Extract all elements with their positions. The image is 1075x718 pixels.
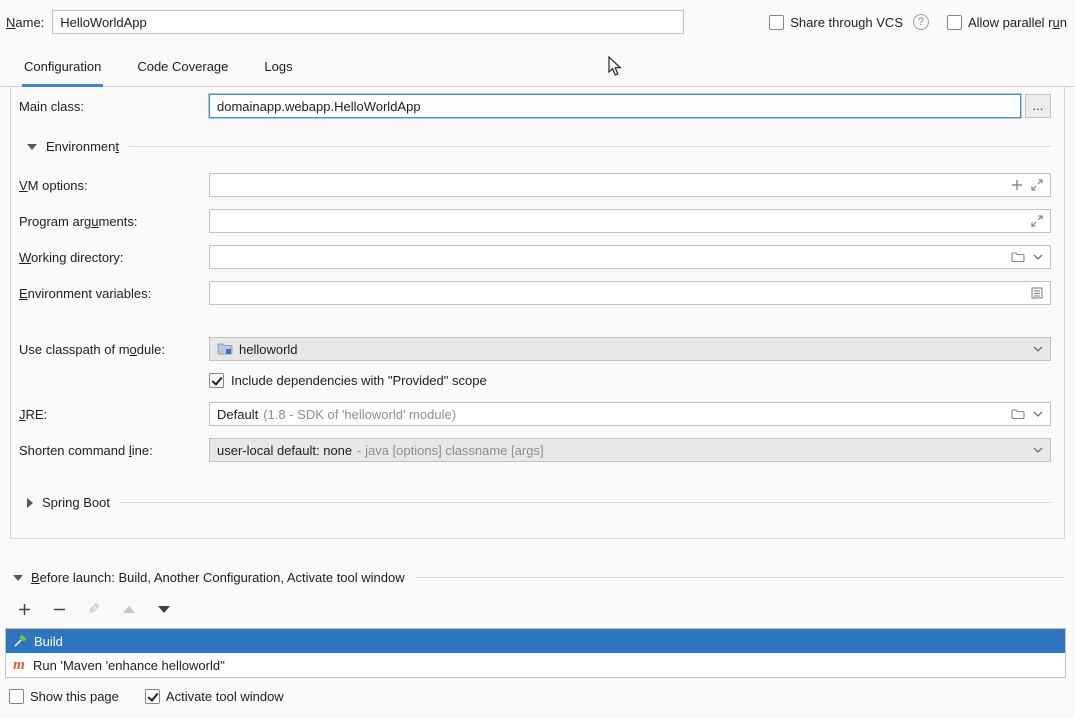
jre-hint: (1.8 - SDK of 'helloworld' module): [263, 407, 456, 422]
program-arguments-label: Program arguments:: [19, 214, 209, 229]
maven-icon: m: [12, 658, 26, 672]
plus-icon: [18, 603, 31, 616]
task-item-maven[interactable]: m Run 'Maven 'enhance helloworld'': [6, 653, 1065, 677]
environment-section-header[interactable]: Environment: [27, 139, 1051, 154]
vm-options-row: VM options:: [19, 173, 1051, 197]
activate-tool-window-checkbox[interactable]: [145, 689, 160, 704]
section-divider: [415, 577, 1065, 578]
jre-label: JRE:: [19, 407, 209, 422]
collapse-triangle-icon[interactable]: [13, 575, 23, 581]
folder-icon[interactable]: [1011, 408, 1025, 420]
configuration-panel: Main class: domainapp.webapp.HelloWorldA…: [10, 86, 1065, 539]
tab-logs[interactable]: Logs: [262, 59, 294, 86]
section-divider: [129, 146, 1051, 147]
chevron-down-icon[interactable]: [1033, 411, 1043, 417]
activate-tool-window-option[interactable]: Activate tool window: [145, 689, 284, 704]
jre-row: JRE: Default (1.8 - SDK of 'helloworld' …: [19, 402, 1051, 426]
jre-value: Default: [217, 407, 258, 422]
before-launch-toolbar: ✎: [17, 600, 1075, 618]
main-class-label: Main class:: [19, 99, 209, 114]
tab-code-coverage[interactable]: Code Coverage: [135, 59, 230, 86]
section-divider: [120, 502, 1051, 503]
pencil-icon: ✎: [88, 600, 101, 618]
before-launch-task-list: Build m Run 'Maven 'enhance helloworld'': [5, 628, 1066, 678]
task-item-build[interactable]: Build: [6, 629, 1065, 653]
remove-task-button[interactable]: [52, 603, 66, 616]
folder-icon[interactable]: [1011, 251, 1025, 263]
main-class-row: Main class: domainapp.webapp.HelloWorldA…: [19, 94, 1051, 118]
environment-variables-row: Environment variables:: [19, 281, 1051, 305]
down-arrow-icon: [158, 606, 170, 613]
chevron-down-icon[interactable]: [1033, 447, 1043, 453]
move-up-button[interactable]: [122, 606, 136, 613]
spring-boot-section-label: Spring Boot: [42, 495, 110, 510]
working-directory-input[interactable]: [209, 245, 1051, 269]
use-classpath-row: Use classpath of module: helloworld: [19, 337, 1051, 361]
chevron-down-icon[interactable]: [1033, 254, 1043, 260]
expand-field-icon[interactable]: [1031, 179, 1043, 191]
provided-scope-label: Include dependencies with "Provided" sco…: [231, 373, 487, 388]
footer-options: Show this page Activate tool window: [9, 689, 1075, 704]
use-classpath-label: Use classpath of module:: [19, 342, 209, 357]
shorten-command-line-label: Shorten command line:: [19, 443, 209, 458]
share-vcs-checkbox[interactable]: [769, 15, 784, 30]
spring-boot-section-header[interactable]: Spring Boot: [27, 495, 1051, 510]
expand-triangle-icon[interactable]: [27, 498, 33, 508]
browse-variables-icon[interactable]: [1031, 287, 1043, 299]
browse-main-class-button[interactable]: ...: [1025, 94, 1051, 118]
provided-scope-option[interactable]: Include dependencies with "Provided" sco…: [209, 373, 1064, 388]
name-label: Name:: [6, 15, 44, 30]
chevron-down-icon[interactable]: [1033, 346, 1043, 352]
working-directory-label: Working directory:: [19, 250, 209, 265]
environment-variables-input[interactable]: [209, 281, 1051, 305]
jre-combobox[interactable]: Default (1.8 - SDK of 'helloworld' modul…: [209, 402, 1051, 426]
environment-variables-label: Environment variables:: [19, 286, 209, 301]
shorten-command-line-row: Shorten command line: user-local default…: [19, 438, 1051, 462]
shorten-value: user-local default: none: [217, 443, 352, 458]
collapse-triangle-icon[interactable]: [27, 144, 37, 150]
move-down-button[interactable]: [157, 606, 171, 613]
show-this-page-label: Show this page: [30, 689, 119, 704]
allow-parallel-checkbox[interactable]: [947, 15, 962, 30]
provided-scope-checkbox[interactable]: [209, 373, 224, 388]
share-vcs-option[interactable]: Share through VCS ?: [769, 14, 929, 30]
minus-icon: [53, 603, 66, 616]
allow-parallel-option[interactable]: Allow parallel run: [947, 15, 1067, 30]
config-tabs: Configuration Code Coverage Logs: [0, 44, 1075, 87]
show-this-page-option[interactable]: Show this page: [9, 689, 119, 704]
share-vcs-label: Share through VCS: [790, 15, 903, 30]
run-config-header: Name: Share through VCS ? Allow parallel…: [0, 0, 1075, 44]
hammer-icon: [12, 634, 27, 649]
activate-tool-window-label: Activate tool window: [166, 689, 284, 704]
expand-field-icon[interactable]: [1031, 215, 1043, 227]
vm-options-input[interactable]: [209, 173, 1051, 197]
shorten-hint: - java [options] classname [args]: [357, 443, 543, 458]
before-launch-header[interactable]: Before launch: Build, Another Configurat…: [13, 570, 1065, 585]
vm-options-label: VM options:: [19, 178, 209, 193]
add-icon[interactable]: [1011, 179, 1023, 191]
program-arguments-input[interactable]: [209, 209, 1051, 233]
tab-configuration[interactable]: Configuration: [22, 59, 103, 86]
module-combobox[interactable]: helloworld: [209, 337, 1051, 361]
program-arguments-row: Program arguments:: [19, 209, 1051, 233]
module-value: helloworld: [239, 342, 298, 357]
task-label: Build: [34, 634, 63, 649]
task-label: Run 'Maven 'enhance helloworld'': [33, 658, 225, 673]
before-launch-label: Before launch: Build, Another Configurat…: [31, 570, 405, 585]
module-icon: [217, 342, 233, 356]
working-directory-row: Working directory:: [19, 245, 1051, 269]
name-input[interactable]: [52, 10, 684, 34]
shorten-command-line-combobox[interactable]: user-local default: none - java [options…: [209, 438, 1051, 462]
up-arrow-icon: [123, 606, 135, 613]
show-this-page-checkbox[interactable]: [9, 689, 24, 704]
help-icon[interactable]: ?: [913, 14, 929, 30]
edit-task-button[interactable]: ✎: [87, 600, 101, 618]
main-class-input[interactable]: domainapp.webapp.HelloWorldApp: [209, 94, 1021, 118]
allow-parallel-label: Allow parallel run: [968, 15, 1067, 30]
environment-section-label: Environment: [46, 139, 119, 154]
add-task-button[interactable]: [17, 603, 31, 616]
